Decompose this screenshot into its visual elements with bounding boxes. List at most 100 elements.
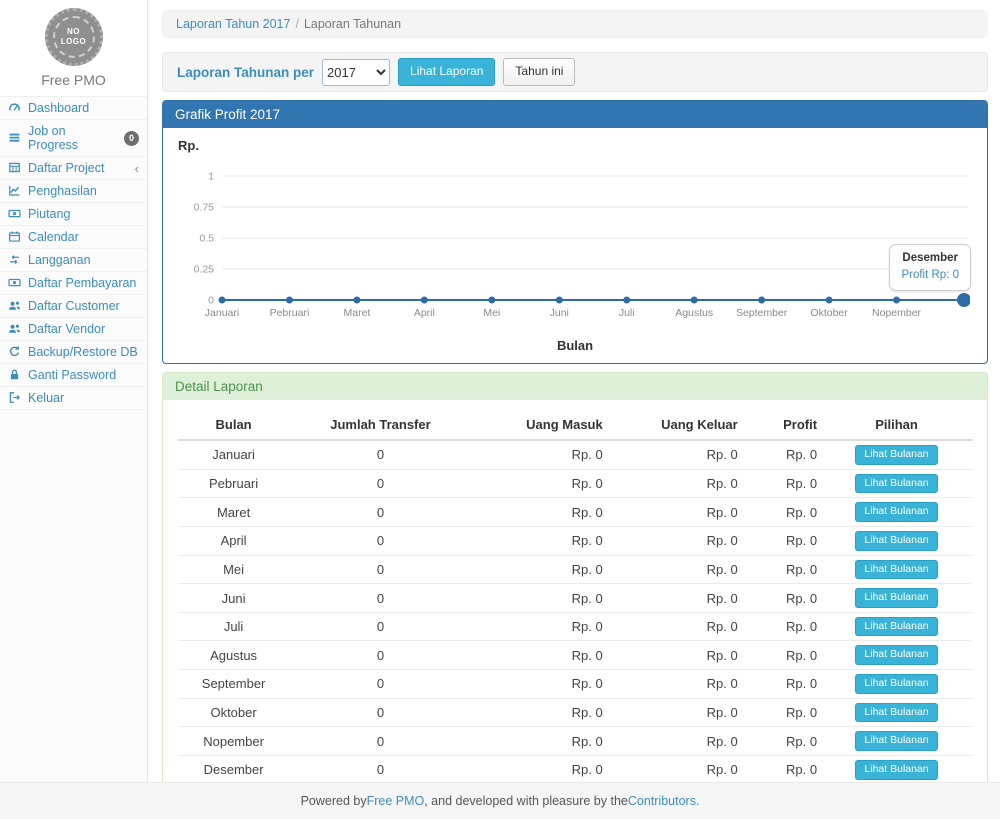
users-icon [8, 299, 22, 313]
svg-text:Agustus: Agustus [675, 307, 713, 319]
footer-text-prefix: Powered by [301, 794, 367, 808]
breadcrumb-link-laporan-tahun[interactable]: Laporan Tahun 2017 [176, 17, 290, 31]
table-cell: 0 [289, 727, 472, 756]
table-cell: 0 [289, 526, 472, 555]
table-cell: Rp. 0 [472, 584, 607, 613]
sidebar-item-daftar-pembayaran[interactable]: Daftar Pembayaran [0, 272, 147, 295]
lihat-bulanan-button[interactable]: Lihat Bulanan [855, 502, 937, 522]
lihat-bulanan-button[interactable]: Lihat Bulanan [855, 531, 937, 551]
sidebar-item-ganti-password[interactable]: Ganti Password [0, 364, 147, 387]
svg-text:1: 1 [208, 171, 214, 183]
svg-text:Maret: Maret [343, 307, 370, 319]
table-icon [8, 161, 22, 175]
lihat-bulanan-button[interactable]: Lihat Bulanan [855, 703, 937, 723]
table-cell: Rp. 0 [607, 469, 742, 498]
table-cell: Rp. 0 [742, 612, 821, 641]
lihat-bulanan-button[interactable]: Lihat Bulanan [855, 645, 937, 665]
table-cell: Juni [178, 584, 289, 613]
table-action-cell: Lihat Bulanan [821, 555, 972, 584]
sidebar-item-label: Keluar [28, 391, 64, 405]
lihat-bulanan-button[interactable]: Lihat Bulanan [855, 474, 937, 494]
lihat-bulanan-button[interactable]: Lihat Bulanan [855, 731, 937, 751]
page-footer: Powered by Free PMO, and developed with … [0, 782, 1000, 819]
lihat-laporan-button[interactable]: Lihat Laporan [398, 58, 495, 86]
sidebar: NO LOGO Free PMO DashboardJob on Progres… [0, 0, 148, 782]
table-cell: Rp. 0 [472, 440, 607, 469]
table-row: Agustus0Rp. 0Rp. 0Rp. 0Lihat Bulanan [178, 641, 972, 670]
dashboard-icon [8, 101, 22, 115]
column-header: Bulan [178, 410, 289, 440]
table-cell: Rp. 0 [472, 469, 607, 498]
table-cell: Rp. 0 [742, 584, 821, 613]
table-action-cell: Lihat Bulanan [821, 641, 972, 670]
table-action-cell: Lihat Bulanan [821, 612, 972, 641]
column-header: Uang Masuk [472, 410, 607, 440]
table-row: Juni0Rp. 0Rp. 0Rp. 0Lihat Bulanan [178, 584, 972, 613]
sidebar-item-calendar[interactable]: Calendar [0, 226, 147, 249]
table-action-cell: Lihat Bulanan [821, 526, 972, 555]
sidebar-item-job-on-progress[interactable]: Job on Progress0 [0, 120, 147, 157]
sidebar-item-daftar-customer[interactable]: Daftar Customer [0, 295, 147, 318]
lihat-bulanan-button[interactable]: Lihat Bulanan [855, 760, 937, 780]
sidebar-item-dashboard[interactable]: Dashboard [0, 97, 147, 120]
table-row: Januari0Rp. 0Rp. 0Rp. 0Lihat Bulanan [178, 440, 972, 469]
lihat-bulanan-button[interactable]: Lihat Bulanan [855, 588, 937, 608]
table-action-cell: Lihat Bulanan [821, 670, 972, 699]
sidebar-item-penghasilan[interactable]: Penghasilan [0, 180, 147, 203]
table-cell: Rp. 0 [472, 498, 607, 527]
table-cell: Rp. 0 [472, 555, 607, 584]
sidebar-item-label: Ganti Password [28, 368, 116, 382]
lihat-bulanan-button[interactable]: Lihat Bulanan [855, 445, 937, 465]
sidebar-item-keluar[interactable]: Keluar [0, 387, 147, 410]
table-cell: 0 [289, 756, 472, 782]
table-cell: 0 [289, 498, 472, 527]
tahun-ini-button[interactable]: Tahun ini [503, 58, 575, 86]
breadcrumb: Laporan Tahun 2017/Laporan Tahunan [162, 10, 988, 38]
lihat-bulanan-button[interactable]: Lihat Bulanan [855, 617, 937, 637]
money-icon [8, 207, 22, 221]
filter-label: Laporan Tahunan per [177, 65, 314, 80]
table-cell: Rp. 0 [742, 440, 821, 469]
sidebar-item-daftar-vendor[interactable]: Daftar Vendor [0, 318, 147, 341]
svg-text:Nopember: Nopember [872, 307, 922, 319]
sidebar-item-label: Dashboard [28, 101, 89, 115]
table-cell: Desember [178, 756, 289, 782]
table-cell: Mei [178, 555, 289, 584]
chart-tooltip: Desember Profit Rp: 0 [889, 244, 971, 291]
year-select[interactable]: 2017 [322, 59, 390, 86]
table-row: Nopember0Rp. 0Rp. 0Rp. 0Lihat Bulanan [178, 727, 972, 756]
sidebar-item-label: Job on Progress [28, 124, 118, 152]
table-cell: Rp. 0 [742, 555, 821, 584]
svg-text:Januari: Januari [205, 307, 239, 319]
sidebar-item-label: Calendar [28, 230, 79, 244]
table-row: April0Rp. 0Rp. 0Rp. 0Lihat Bulanan [178, 526, 972, 555]
sidebar-item-label: Piutang [28, 207, 70, 221]
table-cell: Agustus [178, 641, 289, 670]
table-cell: Pebruari [178, 469, 289, 498]
footer-link-free-pmo[interactable]: Free PMO [367, 794, 425, 808]
sidebar-item-daftar-project[interactable]: Daftar Project‹ [0, 157, 147, 180]
table-row: September0Rp. 0Rp. 0Rp. 0Lihat Bulanan [178, 670, 972, 699]
svg-text:Pebruari: Pebruari [270, 307, 310, 319]
main-content: Laporan Tahun 2017/Laporan Tahunan Lapor… [148, 0, 1000, 782]
lihat-bulanan-button[interactable]: Lihat Bulanan [855, 674, 937, 694]
table-row: Pebruari0Rp. 0Rp. 0Rp. 0Lihat Bulanan [178, 469, 972, 498]
sidebar-item-piutang[interactable]: Piutang [0, 203, 147, 226]
calendar-icon [8, 230, 22, 244]
table-cell: Rp. 0 [742, 469, 821, 498]
svg-text:Juni: Juni [550, 307, 569, 319]
table-action-cell: Lihat Bulanan [821, 727, 972, 756]
chart-x-axis-title: Bulan [178, 338, 972, 353]
table-cell: 0 [289, 612, 472, 641]
refresh-icon [8, 345, 22, 359]
sidebar-item-label: Daftar Customer [28, 299, 120, 313]
footer-link-contributors[interactable]: Contributors. [628, 794, 700, 808]
sign-out-icon [8, 391, 22, 405]
sidebar-item-backup-restore-db[interactable]: Backup/Restore DB [0, 341, 147, 364]
line-chart-icon [8, 184, 22, 198]
sidebar-item-langganan[interactable]: Langganan [0, 249, 147, 272]
table-action-cell: Lihat Bulanan [821, 584, 972, 613]
detail-panel-body: BulanJumlah TransferUang MasukUang Kelua… [163, 400, 987, 782]
lihat-bulanan-button[interactable]: Lihat Bulanan [855, 560, 937, 580]
table-cell: 0 [289, 555, 472, 584]
